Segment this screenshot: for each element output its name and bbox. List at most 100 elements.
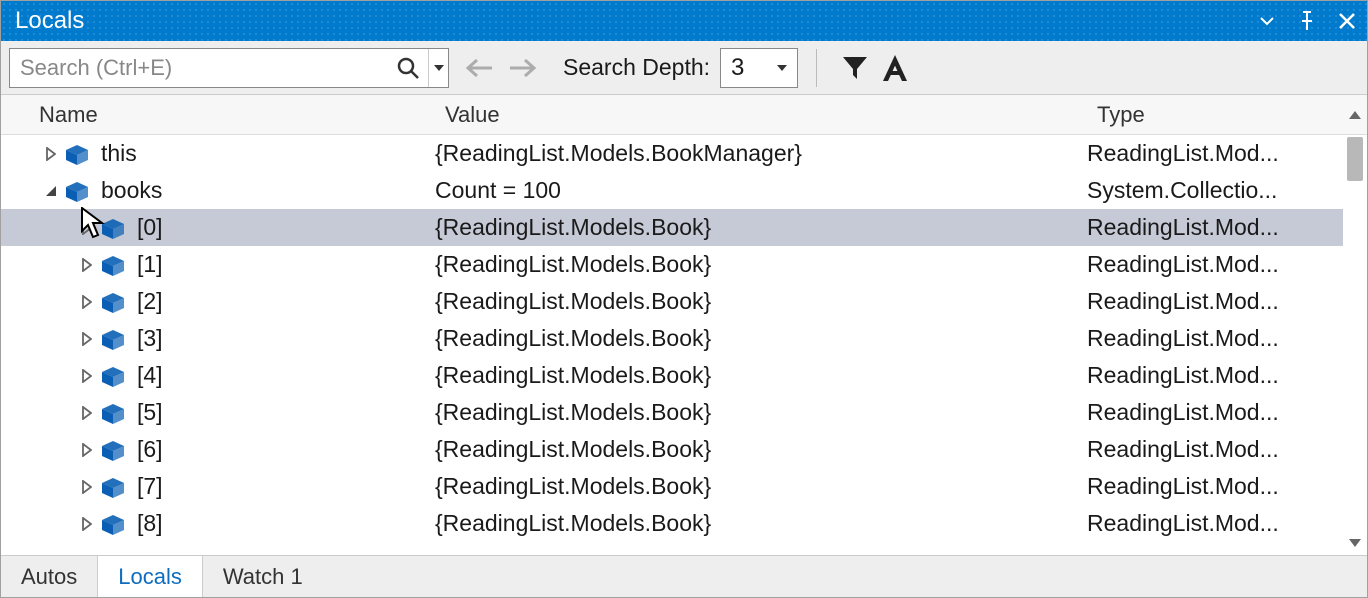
- variable-name: this: [101, 140, 137, 167]
- nav-forward-button[interactable]: [501, 46, 545, 90]
- expand-icon[interactable]: [43, 146, 59, 162]
- cell-type: ReadingList.Mod...: [1087, 399, 1303, 426]
- cell-name: [0]: [29, 214, 435, 241]
- nav-back-button[interactable]: [457, 46, 501, 90]
- expand-icon[interactable]: [79, 516, 95, 532]
- grid-header: Name Value Type: [1, 96, 1343, 134]
- toolbar: Search Depth: 3: [1, 41, 1367, 95]
- variable-icon: [101, 218, 125, 238]
- expand-icon[interactable]: [79, 368, 95, 384]
- expand-icon[interactable]: [79, 294, 95, 310]
- scroll-down-button[interactable]: [1343, 531, 1367, 555]
- variable-name: [4]: [137, 362, 163, 389]
- variable-name: [1]: [137, 251, 163, 278]
- cell-type: ReadingList.Mod...: [1087, 288, 1303, 315]
- close-button[interactable]: [1327, 1, 1367, 41]
- tab-locals[interactable]: Locals: [97, 555, 203, 597]
- table-row[interactable]: [4]{ReadingList.Models.Book}ReadingList.…: [1, 357, 1343, 394]
- cell-name: [5]: [29, 399, 435, 426]
- variable-name: books: [101, 177, 162, 204]
- cell-type: System.Collectio...: [1087, 177, 1303, 204]
- cell-value: {ReadingList.Models.Book}: [435, 214, 1087, 241]
- cell-value: {ReadingList.Models.Book}: [435, 473, 1087, 500]
- title-bar[interactable]: Locals: [1, 1, 1367, 41]
- cell-name: [8]: [29, 510, 435, 537]
- variable-icon: [101, 477, 125, 497]
- expander-slot: [29, 516, 101, 532]
- tab-watch1[interactable]: Watch 1: [203, 556, 323, 597]
- table-row[interactable]: [6]{ReadingList.Models.Book}ReadingList.…: [1, 431, 1343, 468]
- cell-type: ReadingList.Mod...: [1087, 140, 1303, 167]
- collapse-icon[interactable]: [43, 183, 59, 199]
- expander-slot: [29, 479, 101, 495]
- column-header-value[interactable]: Value: [435, 96, 1087, 134]
- search-depth-label: Search Depth:: [563, 54, 710, 81]
- expand-icon[interactable]: [79, 479, 95, 495]
- search-options-dropdown[interactable]: [428, 49, 448, 87]
- table-row[interactable]: [8]{ReadingList.Models.Book}ReadingList.…: [1, 505, 1343, 542]
- filter-button[interactable]: [835, 48, 875, 88]
- expander-slot: [29, 183, 65, 199]
- expand-icon[interactable]: [79, 257, 95, 273]
- search-input[interactable]: [10, 55, 388, 81]
- variable-name: [7]: [137, 473, 163, 500]
- expand-icon[interactable]: [79, 405, 95, 421]
- column-header-name[interactable]: Name: [29, 96, 435, 134]
- cell-type: ReadingList.Mod...: [1087, 251, 1303, 278]
- separator: [816, 49, 817, 87]
- table-row[interactable]: [7]{ReadingList.Models.Book}ReadingList.…: [1, 468, 1343, 505]
- tab-autos[interactable]: Autos: [1, 556, 97, 597]
- cell-type: ReadingList.Mod...: [1087, 214, 1303, 241]
- grid-header-wrap: Name Value Type: [1, 95, 1367, 135]
- expander-slot: [29, 146, 65, 162]
- cell-name: books: [29, 177, 435, 204]
- variable-icon: [101, 440, 125, 460]
- scroll-up-button[interactable]: [1343, 95, 1367, 135]
- variable-icon: [65, 144, 89, 164]
- expand-icon[interactable]: [79, 442, 95, 458]
- variable-icon: [65, 181, 89, 201]
- cell-type: ReadingList.Mod...: [1087, 436, 1303, 463]
- expander-slot: [29, 368, 101, 384]
- cell-value: {ReadingList.Models.Book}: [435, 362, 1087, 389]
- table-row[interactable]: [3]{ReadingList.Models.Book}ReadingList.…: [1, 320, 1343, 357]
- expander-slot: [29, 331, 101, 347]
- table-row[interactable]: books Count = 100System.Collectio...: [1, 172, 1343, 209]
- cell-value: {ReadingList.Models.BookManager}: [435, 140, 1087, 167]
- grid-body: this{ReadingList.Models.BookManager}Read…: [1, 135, 1367, 555]
- table-row[interactable]: [1]{ReadingList.Models.Book}ReadingList.…: [1, 246, 1343, 283]
- table-row[interactable]: [0]{ReadingList.Models.Book}ReadingList.…: [1, 209, 1343, 246]
- table-row[interactable]: [5] {ReadingList.Models.Book}ReadingList.…: [1, 394, 1343, 431]
- search-field[interactable]: [9, 48, 449, 88]
- table-row[interactable]: [2]{ReadingList.Models.Book}ReadingList.…: [1, 283, 1343, 320]
- search-icon[interactable]: [388, 49, 428, 87]
- expander-slot: [29, 257, 101, 273]
- search-depth-combo[interactable]: 3: [720, 48, 798, 88]
- variable-icon: [101, 255, 125, 275]
- expander-slot: [29, 442, 101, 458]
- cell-name: [2]: [29, 288, 435, 315]
- cell-name: [3]: [29, 325, 435, 352]
- pin-button[interactable]: [1287, 1, 1327, 41]
- variable-icon: [101, 366, 125, 386]
- cell-value: {ReadingList.Models.Book}: [435, 399, 1087, 426]
- cell-type: ReadingList.Mod...: [1087, 325, 1303, 352]
- variable-icon: [101, 514, 125, 534]
- cell-name: this: [29, 140, 435, 167]
- expander-slot: [29, 220, 101, 236]
- expand-icon[interactable]: [79, 220, 95, 236]
- variable-name: [3]: [137, 325, 163, 352]
- window-menu-button[interactable]: [1247, 1, 1287, 41]
- text-size-button[interactable]: [875, 48, 915, 88]
- vertical-scrollbar[interactable]: [1343, 135, 1367, 555]
- cell-value: Count = 100: [435, 177, 1087, 204]
- bottom-tab-strip: Autos Locals Watch 1: [1, 555, 1367, 597]
- table-row[interactable]: this {ReadingList.Models.BookManager}Read…: [1, 135, 1343, 172]
- variable-icon: [101, 329, 125, 349]
- cell-value: {ReadingList.Models.Book}: [435, 436, 1087, 463]
- scroll-thumb[interactable]: [1347, 137, 1363, 181]
- search-depth-value: 3: [731, 54, 777, 82]
- column-header-type[interactable]: Type: [1087, 96, 1343, 134]
- variable-name: [5]: [137, 399, 163, 426]
- expand-icon[interactable]: [79, 331, 95, 347]
